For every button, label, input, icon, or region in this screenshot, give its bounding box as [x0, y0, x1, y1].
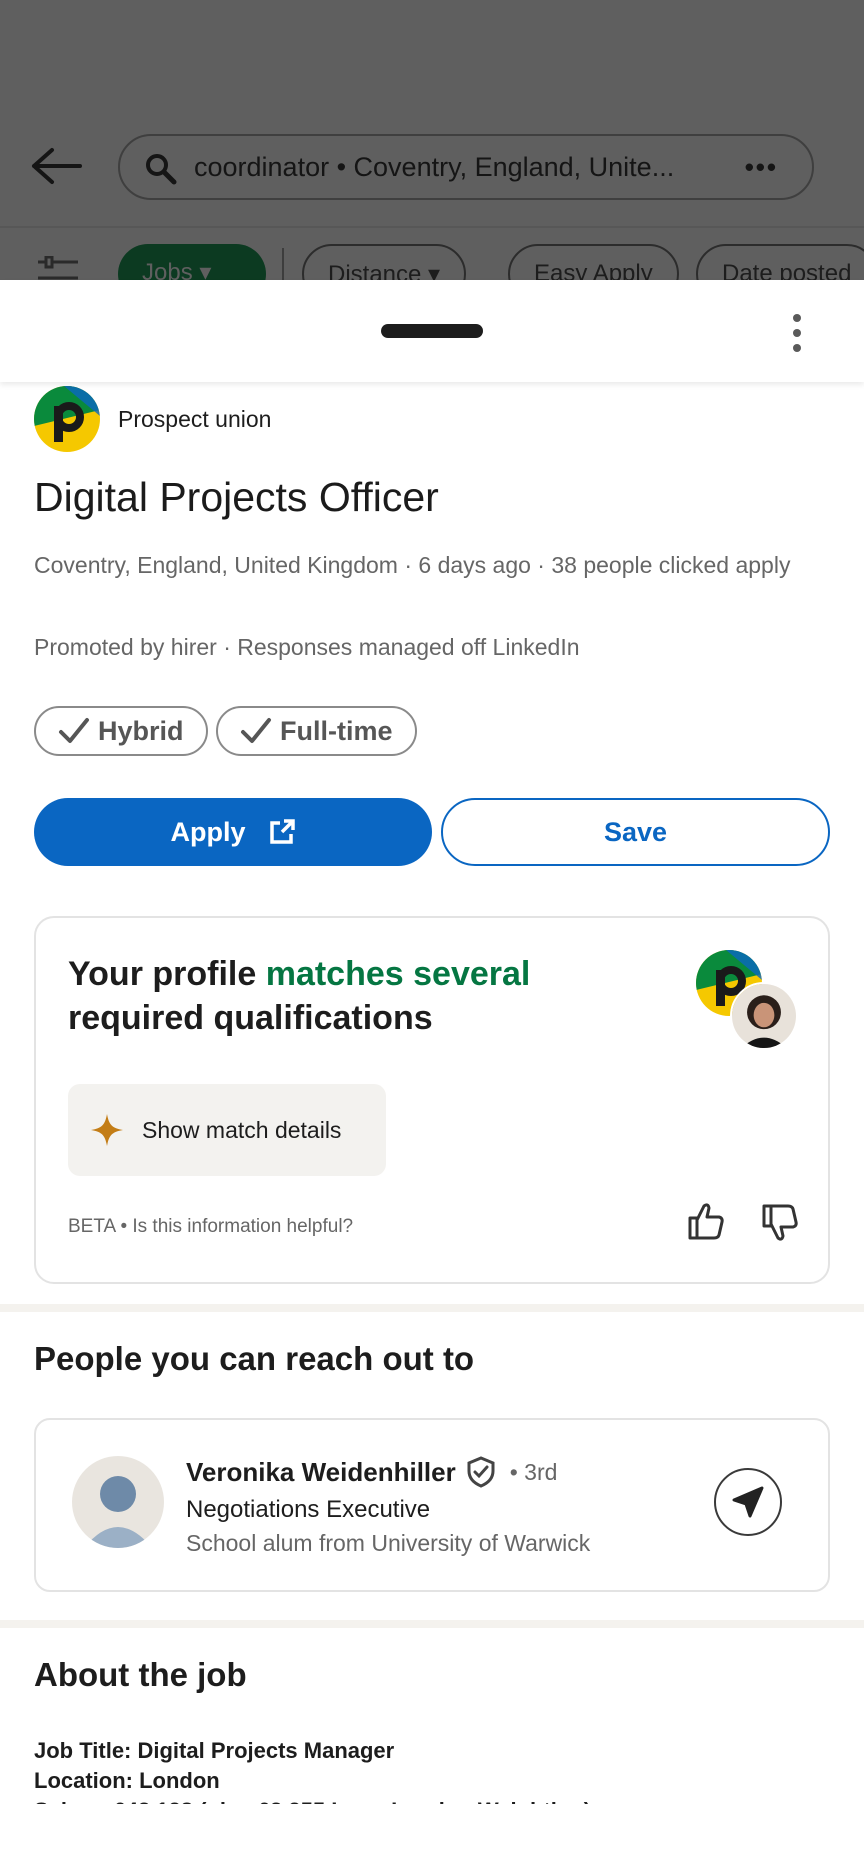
divider	[0, 226, 864, 228]
more-icon[interactable]: •••	[745, 152, 778, 183]
background-search-page: coordinator • Coventry, England, Unite..…	[0, 0, 864, 290]
beta-feedback-text: BETA • Is this information helpful?	[68, 1216, 354, 1237]
person-name[interactable]: Veronika Weidenhiller	[186, 1457, 456, 1488]
company-name: Prospect union	[118, 405, 272, 432]
company-row[interactable]: Prospect union	[34, 386, 271, 452]
person-role: Negotiations Executive	[186, 1496, 431, 1523]
section-divider	[0, 1304, 864, 1312]
about-section-title: About the job	[34, 1656, 247, 1693]
show-match-details-button[interactable]: Show match details	[68, 1084, 386, 1176]
job-meta: Coventry, England, United Kingdom · 6 da…	[34, 552, 791, 578]
external-link-icon	[269, 819, 295, 844]
person-name-row: Veronika Weidenhiller • 3rd	[186, 1456, 557, 1488]
check-icon	[59, 718, 89, 743]
about-line: Location: London	[34, 1768, 220, 1793]
thumbs-down-icon[interactable]	[760, 1202, 800, 1244]
search-query: coordinator • Coventry, England, Unite..…	[194, 152, 675, 182]
thumbs-up-icon[interactable]	[686, 1200, 726, 1242]
about-job-body: Job Title: Digital Projects Manager Loca…	[34, 1736, 824, 1804]
person-card[interactable]: Veronika Weidenhiller • 3rd Negotiations…	[34, 1418, 830, 1592]
apply-button[interactable]: Apply	[34, 798, 432, 866]
send-message-button[interactable]	[714, 1468, 782, 1536]
company-logo	[34, 386, 100, 452]
tag-label: Hybrid	[98, 715, 184, 746]
sparkle-icon	[91, 1114, 123, 1146]
section-divider	[0, 1620, 864, 1628]
apply-label: Apply	[170, 816, 246, 847]
job-title: Digital Projects Officer	[34, 474, 439, 520]
tag-label: Full-time	[280, 715, 393, 746]
kebab-menu-icon[interactable]	[782, 308, 812, 358]
verified-shield-icon	[467, 1456, 495, 1488]
match-card: Your profile matches several required qu…	[34, 916, 830, 1284]
match-highlight: matches several	[265, 955, 531, 993]
send-icon	[732, 1486, 764, 1518]
save-label: Save	[603, 816, 668, 847]
check-icon	[241, 718, 271, 743]
person-avatar[interactable]	[72, 1456, 164, 1548]
match-headline: Your profile matches several required qu…	[68, 952, 648, 1040]
drag-handle[interactable]	[381, 324, 483, 338]
job-detail-sheet: Prospect union Digital Projects Officer …	[0, 280, 864, 1872]
user-avatar	[730, 982, 798, 1050]
people-section-title: People you can reach out to	[34, 1340, 475, 1377]
connection-degree: • 3rd	[509, 1458, 558, 1485]
person-school: School alum from University of Warwick	[186, 1530, 591, 1556]
back-arrow-icon[interactable]	[30, 146, 84, 186]
tag-full-time: Full-time	[216, 706, 417, 756]
sheet-header	[0, 280, 864, 382]
match-headline-text: Your profile	[68, 955, 266, 993]
match-headline-text: required qualifications	[68, 999, 433, 1037]
job-promo-text: Promoted by hirer · Responses managed of…	[34, 634, 580, 660]
search-icon	[146, 154, 177, 185]
match-details-label: Show match details	[142, 1116, 342, 1143]
search-bar[interactable]: coordinator • Coventry, England, Unite..…	[118, 134, 814, 200]
save-button[interactable]: Save	[441, 798, 830, 866]
about-line: Salary: £43,128 (plus £3,255 Inner Londo…	[34, 1796, 824, 1804]
tag-hybrid: Hybrid	[34, 706, 208, 756]
about-line: Job Title: Digital Projects Manager	[34, 1738, 395, 1763]
